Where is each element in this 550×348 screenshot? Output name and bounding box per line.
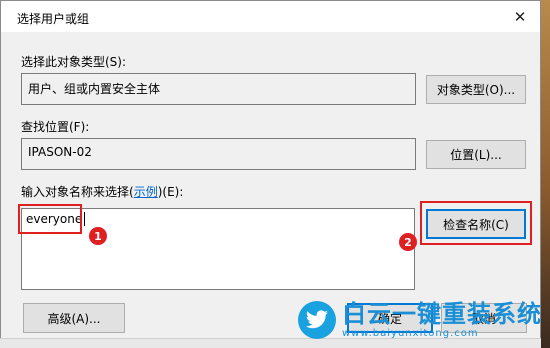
object-types-button[interactable]: 对象类型(O)... (426, 75, 526, 104)
check-names-button[interactable]: 检查名称(C) (426, 209, 526, 239)
dialog-title: 选择用户或组 (17, 12, 90, 26)
title-bar: 选择用户或组 ✕ (1, 1, 540, 32)
location-field: IPASON-02 (21, 138, 416, 170)
object-names-label-suffix: )(E): (157, 185, 184, 199)
select-users-dialog: 选择用户或组 ✕ 选择此对象类型(S): 用户、组或内置安全主体 对象类型(O)… (0, 0, 541, 348)
locations-button[interactable]: 位置(L)... (426, 140, 526, 169)
location-label: 查找位置(F): (21, 120, 90, 134)
examples-link[interactable]: 示例 (134, 185, 158, 199)
annotation-step-2: 2 (399, 233, 417, 251)
object-names-label-prefix: 输入对象名称来选择( (21, 185, 134, 199)
close-icon[interactable]: ✕ (508, 6, 532, 28)
ok-button[interactable]: 确定 (347, 303, 433, 333)
cancel-button[interactable]: 取消 (441, 303, 527, 333)
object-names-value: everyone (26, 212, 83, 226)
object-names-input[interactable]: everyone (21, 208, 415, 290)
location-value: IPASON-02 (28, 145, 92, 159)
object-names-label: 输入对象名称来选择(示例)(E): (21, 183, 183, 200)
object-type-field: 用户、组或内置安全主体 (21, 73, 416, 105)
advanced-button[interactable]: 高级(A)... (23, 303, 125, 333)
object-type-label: 选择此对象类型(S): (21, 55, 127, 69)
horizontal-scrollbar[interactable] (0, 338, 541, 348)
annotation-step-1: 1 (89, 227, 107, 245)
object-type-value: 用户、组或内置安全主体 (28, 82, 161, 96)
text-caret (84, 212, 85, 226)
